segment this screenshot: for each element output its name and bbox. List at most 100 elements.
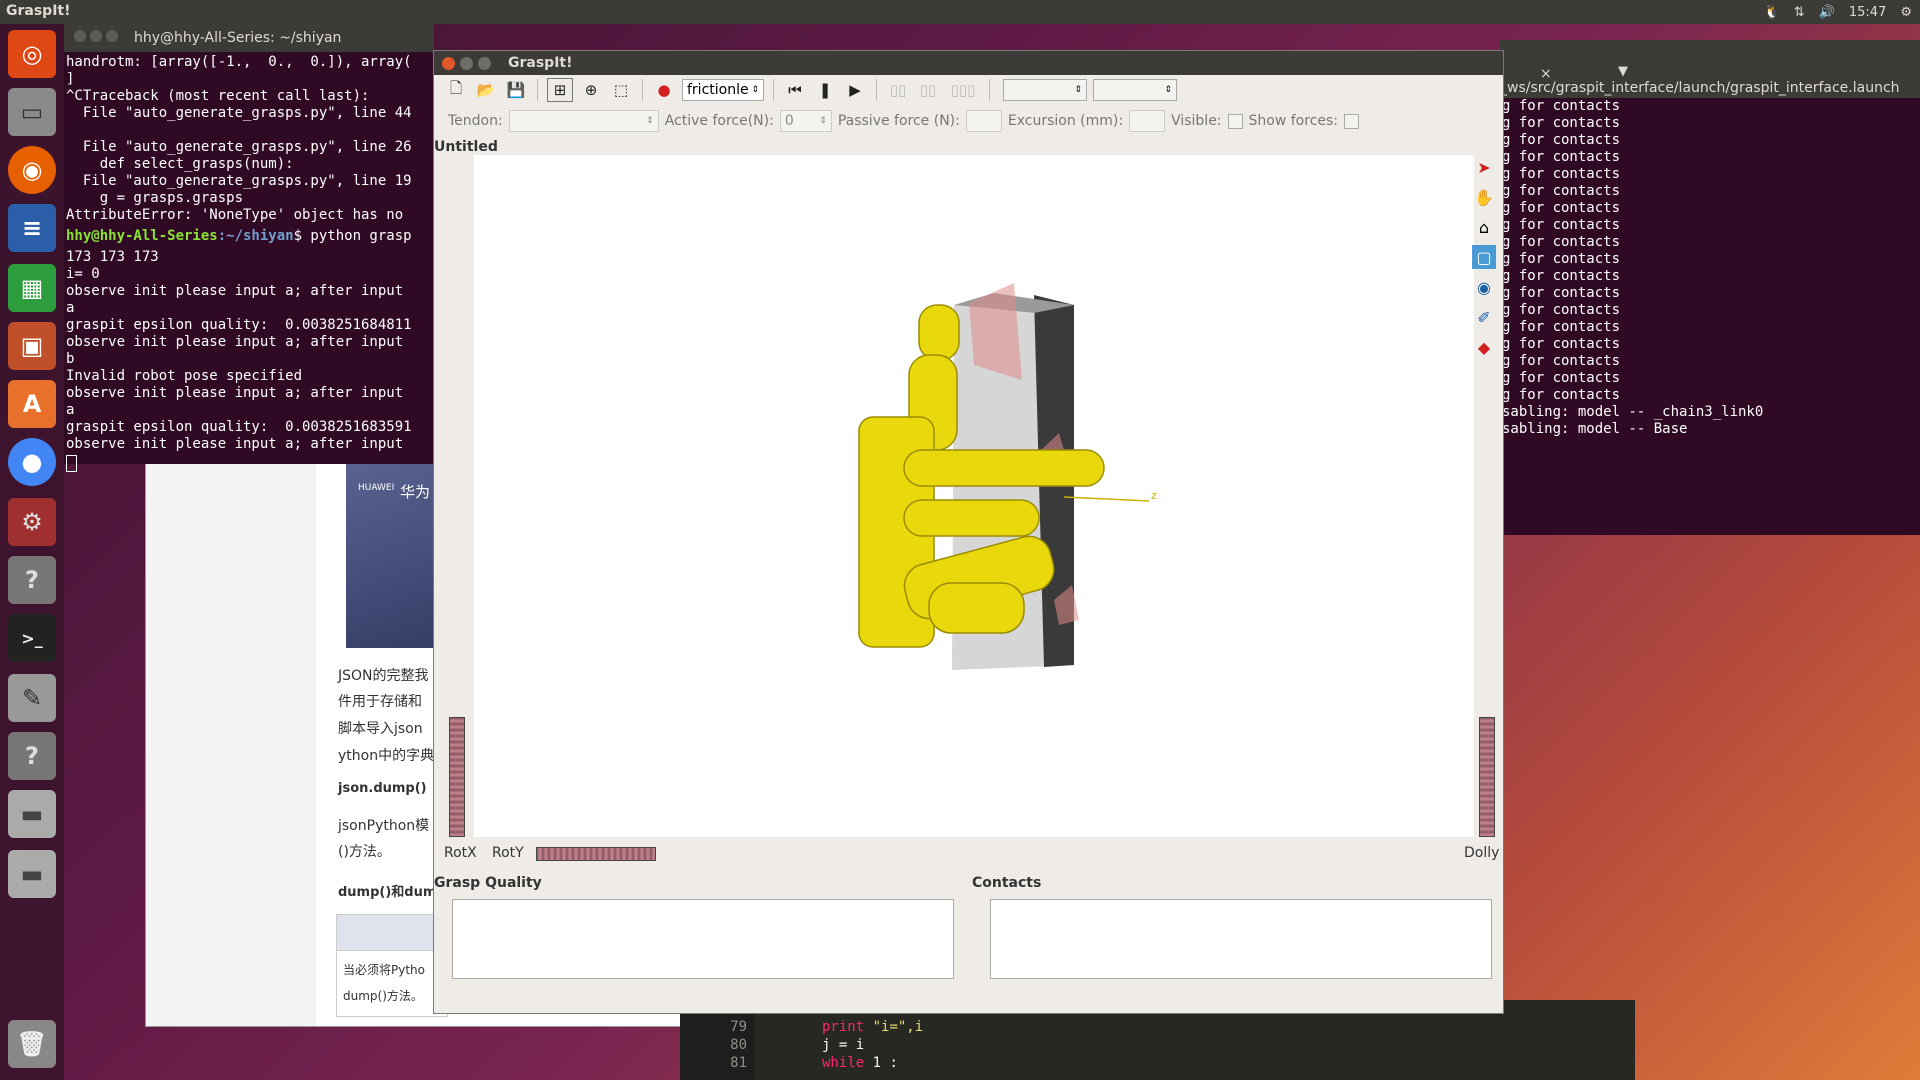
graspit-title: GraspIt! <box>508 55 573 71</box>
scene-render[interactable]: z <box>474 155 1474 837</box>
terminal-line: File "auto_generate_grasps.py", line 44 <box>66 105 412 121</box>
heading-json-dump: json.dump() <box>338 781 427 796</box>
material-icon: ● <box>657 81 671 99</box>
home-icon[interactable]: ⌂ <box>1472 215 1496 239</box>
help-icon[interactable]: ? <box>8 556 56 604</box>
skip-back-icon[interactable]: ⏮ <box>783 79 807 101</box>
code-text: 1 : <box>864 1055 898 1071</box>
view-all-icon[interactable]: ▢ <box>1472 245 1496 269</box>
window-controls[interactable] <box>74 30 122 46</box>
terminal-line: g for contacts <box>1502 98 1621 114</box>
text-editor-icon[interactable]: ✎ <box>8 674 56 722</box>
grasp-list-icon: ▯▯▯ <box>950 81 976 99</box>
code-keyword: while <box>822 1055 865 1071</box>
material-select[interactable]: frictionle ⇕ <box>682 79 764 101</box>
tendon-toolbar: Tendon: ⇕ Active force(N): 0 ⇕ Passive fo… <box>434 107 1503 135</box>
firefox-icon[interactable]: ◉ <box>8 146 56 194</box>
finger-tip <box>928 582 1025 634</box>
terminal-line: ^CTraceback (most recent call last): <box>66 88 370 104</box>
code-keyword: print <box>822 1019 865 1035</box>
select-tool-icon[interactable]: ⬚ <box>609 79 633 101</box>
table-header <box>336 914 448 952</box>
close-icon[interactable] <box>442 56 455 70</box>
terminal-line: graspit epsilon quality: 0.0038251684811 <box>66 317 412 333</box>
hand-pan-icon[interactable]: ✋ <box>1472 185 1496 209</box>
para-line-2: 件用于存储和 <box>338 694 422 710</box>
para-line-4: ython中的字典 <box>338 748 435 764</box>
terminal-line: observe init please input a; after input <box>66 334 404 350</box>
maximize-icon[interactable] <box>478 56 491 70</box>
ubuntu-dash-icon[interactable]: ◎ <box>8 30 56 78</box>
chrome-icon[interactable]: ● <box>8 438 56 486</box>
prompt-path: :~/shiyan <box>217 228 294 244</box>
terminal-line: b <box>66 351 75 367</box>
para-2-line-1: jsonPython模 <box>338 818 430 834</box>
new-file-icon[interactable]: 🗋 <box>444 79 468 101</box>
trash-icon[interactable]: 🗑 <box>8 1020 56 1068</box>
visible-label: Visible: <box>1171 113 1222 129</box>
eigengrasp-select[interactable]: ⇕ <box>1093 79 1177 101</box>
keyboard-icon[interactable]: 🐧 <box>1764 5 1780 20</box>
terminal-icon[interactable]: >_ <box>8 614 56 662</box>
settings-icon[interactable]: ⚙ <box>8 498 56 546</box>
chevron-down-icon[interactable]: ▼ <box>1618 64 1628 79</box>
volume-icon[interactable]: 🔊 <box>1819 5 1835 20</box>
terminal-line: File "auto_generate_grasps.py", line 26 <box>66 139 412 155</box>
system-tray: 🐧 ⇅ 🔊 15:47 ⚙ <box>1764 0 1920 24</box>
rotx-thumbwheel[interactable] <box>449 717 465 837</box>
contacts-list[interactable] <box>990 899 1492 979</box>
select-pointer-icon[interactable]: ➤ <box>1472 155 1496 179</box>
minimize-icon[interactable] <box>460 56 473 70</box>
passive-force-label: Passive force (N): <box>837 113 960 129</box>
heading-dump-dumps: dump()和dump <box>338 885 446 900</box>
perspective-icon[interactable]: ✐ <box>1472 305 1496 329</box>
terminal-line: i= 0 <box>66 266 100 282</box>
material-select-value: frictionle <box>687 82 749 98</box>
clock[interactable]: 15:47 <box>1849 5 1886 20</box>
launch-tab-path[interactable]: _ws/src/graspit_interface/launch/graspit… <box>1500 80 1920 98</box>
table-cell-line-2: dump()方法。 <box>343 989 423 1003</box>
terminal-right-tabbar: × ▼ _ws/src/graspit_interface/launch/gra… <box>1500 40 1920 98</box>
grasp-prev-icon: ▯▯ <box>889 81 907 99</box>
terminal-line: g for contacts <box>1502 217 1621 233</box>
show-forces-checkbox <box>1344 113 1360 129</box>
open-folder-icon[interactable]: 📂 <box>474 79 498 101</box>
impress-icon[interactable]: ▣ <box>8 322 56 370</box>
gear-icon[interactable]: ⚙ <box>1900 5 1912 20</box>
terminal-window-right[interactable]: × ▼ _ws/src/graspit_interface/launch/gra… <box>1500 40 1920 535</box>
para-line-3: 脚本导入json <box>338 721 423 737</box>
save-icon[interactable]: 💾 <box>504 79 528 101</box>
tendon-label: Tendon: <box>448 113 503 129</box>
visible-checkbox <box>1227 113 1243 129</box>
network-icon[interactable]: ⇅ <box>1794 5 1805 20</box>
writer-icon[interactable]: ≡ <box>8 204 56 252</box>
3d-viewer[interactable]: z <box>474 155 1474 837</box>
render-mode-icon[interactable]: ◆ <box>1472 335 1496 359</box>
grasp-quality-list[interactable] <box>452 899 954 979</box>
seek-eye-icon[interactable]: ◉ <box>1472 275 1496 299</box>
hand-select[interactable]: ⇕ <box>1003 79 1087 101</box>
excursion-input <box>1129 110 1166 132</box>
show-forces-label: Show forces: <box>1248 113 1339 129</box>
play-icon[interactable]: ▶ <box>843 79 867 101</box>
translate-tool-icon[interactable]: ⊞ <box>547 78 573 102</box>
rotate-tool-icon[interactable]: ⊕ <box>579 79 603 101</box>
graspit-window: GraspIt! 🗋 📂 💾 ⊞ ⊕ ⬚ ● frictionle ⇕ ⏮ ❚ ▶… <box>433 50 1504 1014</box>
software-center-icon[interactable]: A <box>8 380 56 428</box>
active-force-input: 0 ⇕ <box>779 110 832 132</box>
terminal-window-left[interactable]: hhy@hhy-All-Series: ~/shiyan handrotm: [… <box>64 24 434 472</box>
dolly-thumbwheel[interactable] <box>1479 717 1495 837</box>
drive-icon[interactable]: ▬ <box>8 790 56 838</box>
document-title: Untitled <box>434 139 498 155</box>
roty-thumbwheel[interactable] <box>536 847 656 861</box>
files-icon[interactable]: ▭ <box>8 88 56 136</box>
pause-icon[interactable]: ❚ <box>813 79 837 101</box>
active-force-label: Active force(N): <box>664 113 774 129</box>
graspit-titlebar: GraspIt! <box>434 51 1503 75</box>
index-finger <box>903 449 1105 487</box>
toolbar-separator <box>773 79 774 101</box>
calc-icon[interactable]: ▦ <box>8 264 56 312</box>
terminal-line: g for contacts <box>1502 387 1621 403</box>
help-icon-2[interactable]: ? <box>8 732 56 780</box>
drive-icon-2[interactable]: ▬ <box>8 850 56 898</box>
